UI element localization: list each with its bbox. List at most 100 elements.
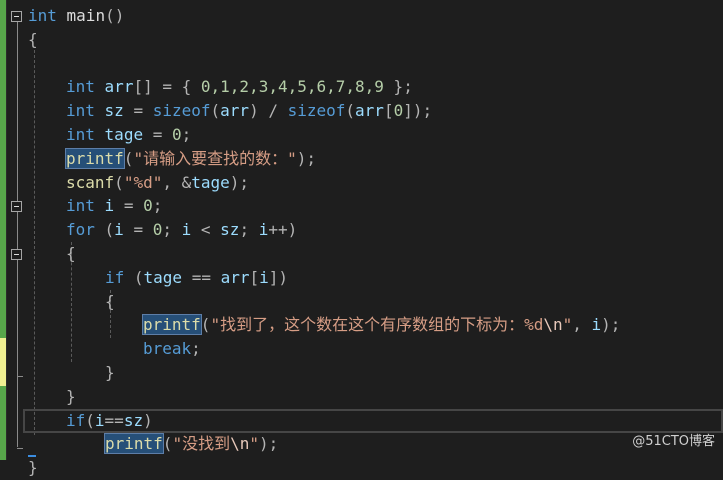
code-token: , [572,315,592,335]
code-token: = [123,101,153,121]
code-token: { [105,291,115,311]
code-token: , & [162,172,192,192]
code-token: scanf [66,172,115,192]
collapse-icon[interactable] [11,11,22,22]
code-token: == [182,267,221,287]
code-token: tage [104,125,144,144]
outline-end [17,448,23,449]
code-token: = [123,220,153,240]
code-line[interactable]: } [105,361,115,385]
code-token: int [66,196,95,216]
code-token: ( [85,410,95,430]
code-token: ( [94,220,115,240]
saved-change-marker [0,386,6,460]
code-token: ); [258,434,279,454]
code-editor[interactable]: int main(){int arr[] = { 0,1,2,3,4,5,6,7… [0,0,723,477]
code-token: ( [114,172,124,192]
watermark: @51CTO博客 [632,434,715,449]
code-line[interactable]: { [66,242,76,266]
code-token: sz [220,220,240,240]
code-token: "找到了，这个数在这个有序数组的下标为：%d [210,315,544,335]
code-token: ) [143,410,153,430]
code-line[interactable]: int i = 0; [66,194,162,218]
code-token: tage [191,172,230,192]
code-token: "没找到 [172,434,231,454]
code-line[interactable]: printf("请输入要查找的数："); [65,147,316,171]
code-token: ++) [268,220,298,240]
code-line[interactable]: { [28,28,38,52]
code-token: ; [191,339,201,359]
saved-change-marker [0,0,6,338]
unsaved-change-marker [0,338,6,386]
text-caret [28,455,36,457]
code-line[interactable]: if(i==sz) [66,409,153,433]
code-token: ( [124,267,144,287]
code-token: int [66,101,95,121]
code-token: arr [220,101,250,121]
code-line[interactable]: { [105,290,115,314]
code-token: 0,1,2,3,4,5,6,7,8,9 [200,77,384,97]
code-token: "%d" [123,172,163,192]
code-token: arr [355,101,384,121]
code-token: ; [152,196,163,216]
code-token: ( [123,148,134,168]
code-line[interactable]: int sz = sizeof(arr) / sizeof(arr[0]); [66,99,432,123]
code-token: sz [123,410,144,430]
code-token: i [181,220,192,240]
code-token: 0 [152,220,163,240]
code-token: if [105,267,125,287]
code-token: }; [383,77,413,97]
code-token: printf [104,433,164,455]
code-token: int [28,6,57,25]
code-token: ; [181,125,192,144]
collapse-icon[interactable] [11,249,22,260]
code-token: 0 [171,125,182,144]
code-line[interactable]: int tage = 0; [66,123,191,147]
code-token: i [94,410,105,430]
indent-guide [34,50,35,435]
code-line[interactable]: printf("没找到\n"); [104,432,279,456]
code-token: < [191,220,221,240]
code-line[interactable]: printf("找到了，这个数在这个有序数组的下标为：%d\n", i); [142,313,620,337]
code-token: "请输入要查找的数：" [133,148,297,168]
code-token: for [66,220,95,240]
code-token: 0 [143,196,153,216]
collapse-icon[interactable] [11,201,22,212]
code-token: sz [104,101,124,121]
code-token: if [66,410,86,430]
code-token: ( [345,101,356,121]
code-token: () [105,6,125,25]
code-token: ); [296,148,316,168]
code-token: int [66,125,95,144]
code-token: = [143,125,172,144]
code-token: ) / [249,101,288,121]
code-token: ( [162,434,173,454]
code-line[interactable]: int arr[] = { 0,1,2,3,4,5,6,7,8,9 }; [66,75,413,99]
code-token: ]) [268,267,289,287]
code-token: [] = { [133,77,201,97]
code-token: ; [162,220,182,240]
code-token: \n [230,434,250,454]
outline-end [17,376,23,377]
code-token: 0 [393,101,404,121]
code-token: tage [143,267,183,287]
code-token: i [114,220,124,240]
code-line[interactable]: break; [143,337,201,361]
code-token: arr [220,267,250,287]
code-token: = [114,196,144,216]
code-token: sizeof [152,101,211,121]
code-line[interactable]: for (i = 0; i < sz; i++) [66,218,297,242]
code-line[interactable]: if (tage == arr[i]) [105,266,288,290]
code-token: " [562,315,573,335]
code-token: \n [543,315,563,335]
code-token: [ [249,267,260,287]
code-line[interactable]: } [66,385,76,409]
code-line[interactable]: int main() [28,4,124,28]
code-line[interactable]: scanf("%d", &tage); [66,171,249,195]
code-token: { [28,29,38,49]
outline-line [17,22,18,447]
